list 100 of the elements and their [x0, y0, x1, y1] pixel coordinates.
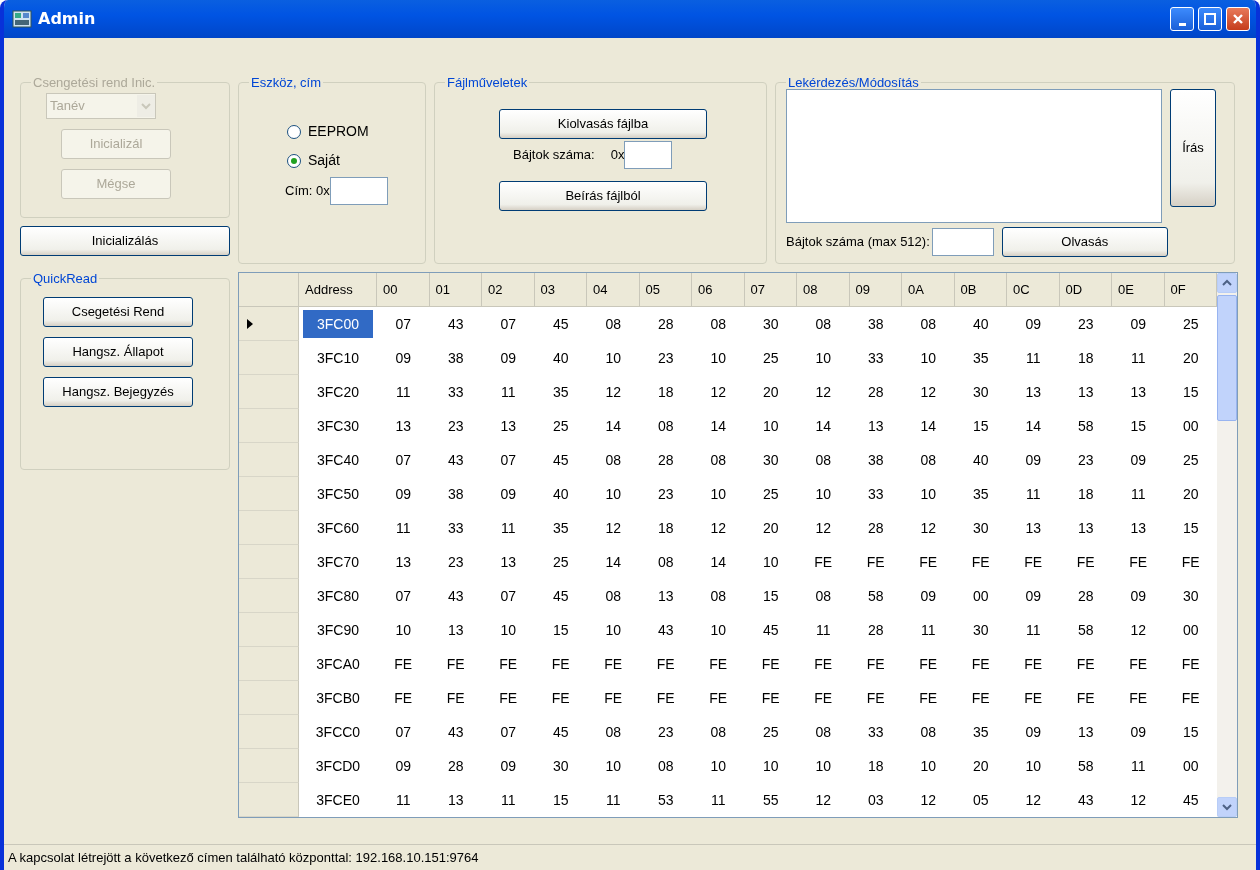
address-cell[interactable]: 3FCE0	[299, 783, 377, 817]
column-header[interactable]: 09	[849, 273, 902, 307]
scrollbar[interactable]	[1217, 273, 1237, 817]
address-cell[interactable]: 3FC80	[299, 579, 377, 613]
scroll-down-button[interactable]	[1217, 797, 1237, 817]
row-header[interactable]	[239, 647, 299, 681]
address-cell[interactable]: 3FCD0	[299, 749, 377, 783]
close-button[interactable]	[1226, 7, 1250, 31]
column-header[interactable]: 0B	[954, 273, 1007, 307]
table-cell-text: 11	[919, 620, 937, 640]
address-cell[interactable]: 3FC00	[303, 310, 373, 338]
quickread-button[interactable]: Csegetési Rend	[43, 297, 193, 327]
row-header[interactable]	[239, 341, 299, 375]
table-cell-text: 20	[1181, 484, 1200, 504]
table-cell-text: 07	[499, 586, 518, 606]
table-cell-text: 09	[394, 756, 413, 776]
address-field[interactable]	[329, 177, 388, 205]
maximize-button[interactable]	[1198, 7, 1222, 31]
table-cell-text: 38	[446, 348, 465, 368]
byte-count-field[interactable]	[624, 141, 673, 169]
column-header[interactable]: 0C	[1007, 273, 1060, 307]
address-cell[interactable]: 3FC50	[299, 477, 377, 511]
minimize-button[interactable]	[1170, 7, 1194, 31]
row-header[interactable]	[239, 715, 299, 749]
radio-button[interactable]: Saját	[287, 150, 415, 171]
table-cell-text: FE	[1128, 552, 1149, 572]
column-header[interactable]: 07	[744, 273, 797, 307]
table-cell-text: FE	[1128, 654, 1149, 674]
init-button[interactable]: Inicializálás	[20, 226, 230, 256]
quickread-button[interactable]: Hangsz. Bejegyzés	[43, 377, 193, 407]
table-cell-text: FE	[760, 654, 781, 674]
address-cell[interactable]: 3FC60	[299, 511, 377, 545]
table-cell-text: 08	[604, 586, 623, 606]
table-cell-text: 15	[1181, 722, 1200, 742]
row-header[interactable]	[239, 613, 299, 647]
row-header[interactable]	[239, 749, 299, 783]
read-button[interactable]: Olvasás	[1001, 227, 1168, 257]
address-cell[interactable]: 3FCA0	[299, 647, 377, 681]
scroll-up-button[interactable]	[1217, 273, 1237, 293]
column-header[interactable]: 0A	[902, 273, 955, 307]
write-button[interactable]: Írás	[1170, 89, 1216, 207]
table-cell-text: 15	[551, 790, 570, 810]
table-cell-text: FE	[1023, 688, 1044, 708]
row-header[interactable]	[239, 783, 299, 817]
row-header[interactable]	[239, 477, 299, 511]
column-header[interactable]: 05	[639, 273, 692, 307]
read-to-file-button[interactable]: Kiolvasás fájlba	[499, 109, 707, 139]
table-cell-text: 13	[1024, 518, 1043, 538]
table-cell-text: 18	[1076, 484, 1095, 504]
column-header[interactable]: 0E	[1112, 273, 1165, 307]
row-header[interactable]	[239, 681, 299, 715]
table-cell-text: FE	[603, 654, 624, 674]
address-cell[interactable]: 3FCB0	[299, 681, 377, 715]
table-cell-text: 13	[866, 416, 885, 436]
query-text-area[interactable]	[786, 89, 1162, 223]
address-cell[interactable]: 3FC10	[299, 341, 377, 375]
address-cell[interactable]: 3FC40	[299, 443, 377, 477]
table-cell-text: 30	[971, 382, 990, 402]
row-header[interactable]	[239, 545, 299, 579]
scrollbar-thumb[interactable]	[1217, 295, 1237, 421]
table-cell-text: FE	[865, 654, 886, 674]
column-header[interactable]: 02	[482, 273, 535, 307]
table-cell-text: 13	[394, 416, 413, 436]
row-header[interactable]	[239, 511, 299, 545]
column-header[interactable]: 00	[377, 273, 430, 307]
table-cell-text: 10	[919, 348, 938, 368]
table-cell-text: 30	[761, 450, 780, 470]
row-header[interactable]	[239, 409, 299, 443]
table-cell-text: 09	[499, 484, 518, 504]
row-header[interactable]	[239, 579, 299, 613]
table-cell-text: 09	[499, 756, 518, 776]
column-header[interactable]: 01	[429, 273, 482, 307]
table-cell-text: 10	[761, 416, 780, 436]
table-cell-text: FE	[918, 688, 939, 708]
column-header[interactable]: 0D	[1059, 273, 1112, 307]
quickread-button[interactable]: Hangsz. Állapot	[43, 337, 193, 367]
address-cell[interactable]: 3FC90	[299, 613, 377, 647]
table-cell-text: 09	[1129, 722, 1148, 742]
address-cell[interactable]: 3FCC0	[299, 715, 377, 749]
address-cell[interactable]: 3FC70	[299, 545, 377, 579]
row-header[interactable]	[239, 307, 299, 341]
address-cell[interactable]: 3FC20	[299, 375, 377, 409]
column-header[interactable]: 06	[692, 273, 745, 307]
row-header[interactable]	[239, 443, 299, 477]
address-cell[interactable]: 3FC30	[299, 409, 377, 443]
table-cell-text: FE	[1180, 688, 1201, 708]
row-header[interactable]	[239, 375, 299, 409]
column-header[interactable]: 08	[797, 273, 850, 307]
table-cell-text: FE	[970, 688, 991, 708]
table-cell-text: 13	[1076, 518, 1095, 538]
column-header[interactable]: 0F	[1164, 273, 1217, 307]
table-cell-text: 14	[709, 416, 728, 436]
column-header[interactable]: 04	[587, 273, 640, 307]
column-header[interactable]: Address	[299, 273, 377, 307]
table-cell-text: 10	[761, 552, 780, 572]
column-header[interactable]: 03	[534, 273, 587, 307]
table-cell-text: 28	[866, 620, 885, 640]
byte-count-field[interactable]	[931, 228, 994, 256]
radio-button[interactable]: EEPROM	[287, 121, 415, 142]
write-from-file-button[interactable]: Beírás fájlból	[499, 181, 707, 211]
